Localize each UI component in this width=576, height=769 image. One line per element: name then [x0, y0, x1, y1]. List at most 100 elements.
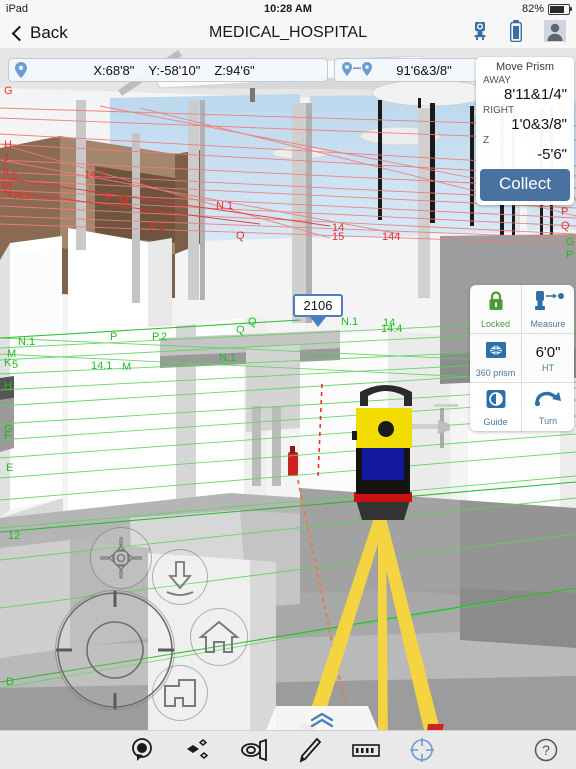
battery-icon: [548, 3, 572, 15]
tool-measure[interactable]: Measure: [522, 285, 574, 334]
ios-status-bar: iPad 10:28 AM 82%: [0, 0, 576, 18]
instrument-tool-grid: Locked Measure 360 prism 6'0" HT Guide T…: [470, 285, 574, 431]
navigation-bar: Back MEDICAL_HOSPITAL: [0, 18, 576, 49]
tool-ht[interactable]: 6'0" HT: [522, 334, 574, 383]
scene-label-red-22: Q: [561, 220, 570, 232]
tool-turn[interactable]: Turn: [522, 383, 574, 431]
scene-label-green-3: 5: [12, 359, 19, 371]
tool-360prism-label: 360 prism: [475, 367, 516, 378]
panel-expander[interactable]: [266, 706, 378, 730]
shapes-icon: [187, 739, 209, 759]
map-pin-icon: [15, 62, 27, 78]
pan-widget[interactable]: [90, 527, 152, 589]
status-right: 82%: [521, 3, 572, 15]
battery-percent-label: 82%: [521, 3, 544, 15]
pen-icon: [299, 737, 322, 763]
visibility-tool[interactable]: [240, 736, 268, 764]
tool-guide[interactable]: Guide: [470, 383, 522, 431]
scene-label-green-17: N.1: [341, 316, 359, 328]
right-label: RIGHT: [483, 105, 515, 116]
scene-label-red-3: K: [3, 166, 11, 178]
home-icon: [198, 620, 240, 653]
coordinate-readout[interactable]: X:68'8" Y:-58'10" Z:94'6": [8, 58, 328, 82]
nav-icon-group: [472, 18, 566, 48]
z-value: -5'6": [537, 146, 567, 163]
turn-arrow-icon: [533, 389, 563, 414]
scene-label-green-0: N.1: [18, 336, 36, 348]
pin-to-pin-icon: [341, 62, 375, 78]
eye-cone-icon: [241, 738, 267, 762]
svg-text:?: ?: [542, 742, 550, 758]
padlock-icon: [486, 290, 506, 317]
battery-status-icon[interactable]: [509, 19, 523, 47]
crosshair-target-icon: [410, 738, 434, 762]
scene-label-green-7: E: [6, 462, 14, 474]
question-mark-icon: ?: [534, 738, 558, 762]
prism-360-icon: [485, 339, 507, 366]
away-label: AWAY: [483, 75, 511, 86]
instrument-icon[interactable]: [472, 21, 488, 46]
ht-value: 6'0": [535, 343, 561, 361]
scene-label-red-8: 14.1: [84, 169, 106, 181]
scene-label-red-7: N.1: [14, 190, 32, 202]
distance-readout[interactable]: 91'6&3/8": [334, 58, 480, 82]
measure-tool[interactable]: [352, 736, 380, 764]
scene-label-red-2: J: [3, 152, 9, 164]
right-value: 1'0&3/8": [511, 116, 567, 133]
crosshair-icon: [56, 591, 174, 709]
scene-label-green-4: H: [4, 380, 12, 392]
help-button[interactable]: ?: [534, 731, 558, 769]
guide-light-icon: [485, 388, 507, 415]
scene-label-red-6: N: [4, 188, 12, 200]
scene-label-green-8: 12: [8, 530, 21, 542]
scene-label-green-10: 14.1: [91, 360, 113, 372]
target-tool[interactable]: [408, 736, 436, 764]
pan-arrows-icon: [100, 537, 142, 579]
scene-label-red-9: P: [105, 192, 113, 204]
tool-measure-label: Measure: [530, 318, 566, 329]
tool-guide-label: Guide: [483, 416, 508, 427]
scene-label-green-24: P: [566, 249, 574, 261]
tool-locked-label: Locked: [480, 318, 511, 329]
collect-button[interactable]: Collect: [480, 169, 570, 201]
scene-label-red-1: H: [4, 139, 12, 151]
scene-label-green-23: G: [566, 236, 575, 248]
coordinate-bar: X:68'8" Y:-58'10" Z:94'6" 91'6&3/8": [8, 58, 480, 82]
scene-label-green-13: P.2: [152, 331, 168, 343]
z-label: Z: [483, 135, 490, 146]
scene-label-red-11: N.1: [216, 200, 234, 212]
tool-360prism[interactable]: 360 prism: [470, 334, 522, 383]
user-icon[interactable]: [544, 19, 566, 47]
bottom-toolbar: ?: [0, 730, 576, 769]
scene-label-red-13: Q: [236, 230, 245, 242]
point-callout[interactable]: 2106: [293, 294, 343, 327]
scene-label-green-14: N.1: [219, 352, 237, 364]
scene-label-green-11: P: [110, 331, 118, 343]
point-marker-icon: [132, 738, 152, 761]
scene-label-red-15: 15: [332, 231, 345, 243]
scene-label-red-4: 5: [12, 170, 19, 182]
coord-x: X:68'8": [93, 62, 135, 78]
layers-tool[interactable]: [184, 736, 212, 764]
move-prism-away-row: AWAY 8'11&1/4": [476, 75, 574, 105]
scene-label-red-21: P: [561, 206, 569, 218]
coord-y: Y:-58'10": [148, 62, 201, 78]
draw-tool[interactable]: [296, 736, 324, 764]
tool-locked[interactable]: Locked: [470, 285, 522, 334]
scene-label-green-9: D: [6, 676, 14, 688]
scene-label-red-0: G: [4, 85, 13, 97]
tool-turn-label: Turn: [538, 415, 558, 426]
point-callout-label: 2106: [293, 294, 343, 317]
scene-label-green-6: F: [4, 430, 11, 442]
home-widget[interactable]: [190, 608, 248, 666]
point-tool[interactable]: [128, 736, 156, 764]
crosshair-widget[interactable]: [55, 590, 175, 710]
scene-label-red-10: M: [119, 195, 129, 207]
scene-label-green-16: Q: [248, 316, 257, 328]
move-prism-z-row: Z -5'6": [476, 135, 574, 165]
scene-label-green-12: M: [122, 361, 132, 373]
scene-label-green-2: K: [4, 357, 12, 369]
toolbar-item-group: [128, 731, 436, 769]
scene-label-red-16: 144: [382, 231, 401, 243]
prism-pole-icon: [531, 290, 565, 317]
